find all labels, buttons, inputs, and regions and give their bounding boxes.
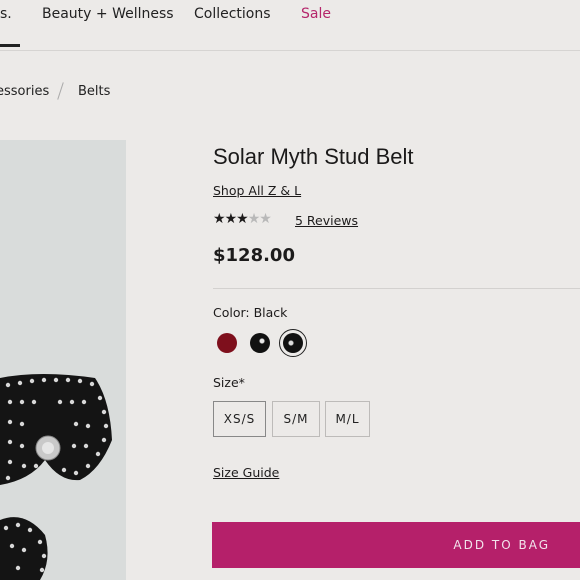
color-swatch-red[interactable] [217,333,237,353]
star-icon: ★ [236,211,249,227]
color-swatch-black-selected[interactable] [283,333,303,353]
product-title: Solar Myth Stud Belt [213,144,414,169]
nav-item-beauty-wellness[interactable]: Beauty + Wellness [42,6,174,22]
size-guide-link[interactable]: Size Guide [213,465,279,480]
size-option-m-l[interactable]: M/L [325,401,370,437]
star-empty-icon: ★ [247,211,261,227]
shop-all-link[interactable]: Shop All Z & L [213,183,301,198]
size-option-s-m[interactable]: S/M [272,401,320,437]
size-option-xs-s[interactable]: XS/S [213,401,266,437]
breadcrumb-separator [57,82,64,100]
color-swatch-black[interactable] [250,333,270,353]
reviews-link[interactable]: 5 Reviews [295,213,358,228]
product-image[interactable] [0,140,126,580]
active-nav-underline [0,44,20,47]
product-price: $128.00 [213,245,295,266]
breadcrumb-item-belts[interactable]: Belts [78,84,110,99]
star-icon: ★ [213,211,226,227]
top-nav: s. Beauty + Wellness Collections Sale [0,0,580,51]
star-icon: ★ [224,211,238,227]
nav-item-collections[interactable]: Collections [194,6,271,22]
add-to-bag-button[interactable]: ADD TO BAG [212,522,580,568]
stud-belt-image [0,374,112,580]
nav-item-sale[interactable]: Sale [301,6,331,22]
breadcrumb-item-accessories[interactable]: essories [0,84,49,99]
star-empty-icon: ★ [259,211,272,227]
divider [213,288,580,289]
nav-item-partial[interactable]: s. [0,6,12,22]
size-label: Size* [213,375,245,390]
rating-stars[interactable]: ★★★★★ [213,211,272,227]
color-label: Color: Black [213,305,288,320]
